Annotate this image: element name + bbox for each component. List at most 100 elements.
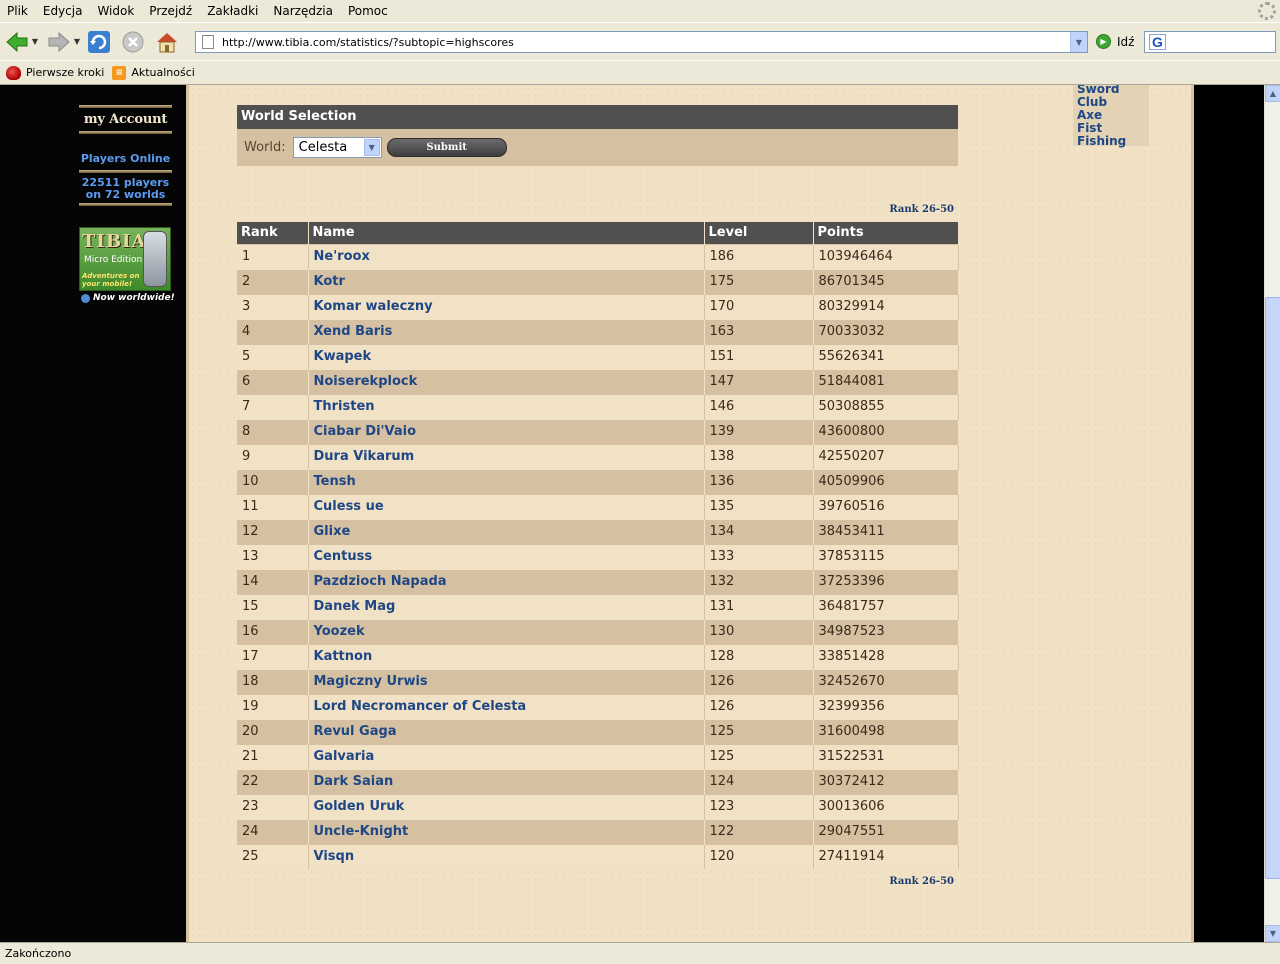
rank-cell: 9 <box>237 443 309 469</box>
player-name-link[interactable]: Uncle-Knight <box>308 818 705 844</box>
my-account-button[interactable]: my Account <box>79 107 172 131</box>
points-cell: 80329914 <box>813 293 959 319</box>
player-name-link[interactable]: Revul Gaga <box>308 718 705 744</box>
player-name-link[interactable]: Komar waleczny <box>308 293 705 319</box>
menu-bookmarks[interactable]: Zakładki <box>200 0 266 22</box>
player-name-link[interactable]: Dura Vikarum <box>308 443 705 469</box>
table-row: 5 Kwapek 151 55626341 <box>237 343 959 369</box>
player-name-link[interactable]: Golden Uruk <box>308 793 705 819</box>
column-header-points: Points <box>813 222 959 244</box>
table-row: 15 Danek Mag 131 36481757 <box>237 593 959 619</box>
menu-edit[interactable]: Edycja <box>36 0 91 22</box>
player-name-link[interactable]: Glixe <box>308 518 705 544</box>
forward-icon[interactable] <box>46 29 72 55</box>
go-button[interactable]: ▶ Idź <box>1096 34 1134 49</box>
scrollbar-thumb[interactable] <box>1265 297 1280 879</box>
tibia-logo: TIBIA <box>82 231 147 252</box>
url-input[interactable] <box>222 33 1070 51</box>
player-name-link[interactable]: Kwapek <box>308 343 705 369</box>
firefox-icon <box>6 65 21 80</box>
search-box[interactable]: G <box>1144 31 1276 53</box>
rank-cell: 20 <box>237 718 309 744</box>
scroll-up-arrow-icon[interactable]: ▲ <box>1265 85 1280 102</box>
bookmark-label: Pierwsze kroki <box>26 66 105 79</box>
level-cell: 125 <box>704 718 814 744</box>
players-count[interactable]: 22511 players on 72 worlds <box>79 177 172 201</box>
bookmark-latest-headlines[interactable]: ≡ Aktualności <box>112 65 195 80</box>
points-cell: 36481757 <box>813 593 959 619</box>
vertical-scrollbar[interactable]: ▲ ▼ <box>1264 85 1280 942</box>
player-name-link[interactable]: Ne'roox <box>308 243 705 269</box>
rank-cell: 1 <box>237 243 309 269</box>
stop-icon[interactable] <box>120 29 146 55</box>
level-cell: 124 <box>704 768 814 794</box>
menu-go[interactable]: Przejdź <box>142 0 200 22</box>
divider <box>79 203 172 206</box>
google-icon[interactable]: G <box>1149 34 1166 50</box>
player-name-link[interactable]: Lord Necromancer of Celesta <box>308 693 705 719</box>
banner-tagline: Adventures on your mobile! <box>82 272 140 288</box>
player-name-link[interactable]: Danek Mag <box>308 593 705 619</box>
points-cell: 86701345 <box>813 268 959 294</box>
player-name-link[interactable]: Dark Saian <box>308 768 705 794</box>
world-select[interactable]: Celesta ▼ <box>292 137 382 158</box>
player-name-link[interactable]: Yoozek <box>308 618 705 644</box>
points-cell: 37253396 <box>813 568 959 594</box>
player-name-link[interactable]: Kotr <box>308 268 705 294</box>
rank-next-page-link-bottom[interactable]: Rank 26-50 <box>237 876 954 887</box>
table-row: 9 Dura Vikarum 138 42550207 <box>237 443 959 469</box>
rank-cell: 6 <box>237 368 309 394</box>
table-row: 17 Kattnon 128 33851428 <box>237 643 959 669</box>
throbber-icon <box>1258 2 1276 20</box>
content-area: Sword Club Axe Fist Fishing World Select… <box>186 85 1194 942</box>
rank-cell: 25 <box>237 843 309 869</box>
player-name-link[interactable]: Noiserekplock <box>308 368 705 394</box>
menu-view[interactable]: Widok <box>90 0 142 22</box>
player-name-link[interactable]: Tensh <box>308 468 705 494</box>
home-icon[interactable] <box>154 29 180 55</box>
player-name-link[interactable]: Centuss <box>308 543 705 569</box>
rank-next-page-link-top[interactable]: Rank 26-50 <box>237 204 954 215</box>
players-online-link[interactable]: Players Online <box>79 152 172 165</box>
bookmark-getting-started[interactable]: Pierwsze kroki <box>6 65 105 80</box>
level-cell: 186 <box>704 243 814 269</box>
level-cell: 122 <box>704 818 814 844</box>
player-name-link[interactable]: Galvaria <box>308 743 705 769</box>
submit-button[interactable]: Submit <box>386 138 507 157</box>
back-icon[interactable] <box>4 29 30 55</box>
back-history-dropdown[interactable]: ▼ <box>30 29 40 55</box>
table-row: 7 Thristen 146 50308855 <box>237 393 959 419</box>
url-bar[interactable]: ▼ <box>195 31 1088 53</box>
rank-cell: 19 <box>237 693 309 719</box>
menu-help[interactable]: Pomoc <box>341 0 396 22</box>
table-row: 19 Lord Necromancer of Celesta 126 32399356 <box>237 693 959 719</box>
player-name-link[interactable]: Ciabar Di'Vaio <box>308 418 705 444</box>
points-cell: 31600498 <box>813 718 959 744</box>
points-cell: 40509906 <box>813 468 959 494</box>
globe-icon <box>81 293 90 303</box>
chevron-down-icon[interactable]: ▼ <box>363 139 380 156</box>
scroll-down-arrow-icon[interactable]: ▼ <box>1265 925 1280 942</box>
player-name-link[interactable]: Visqn <box>308 843 705 869</box>
level-cell: 133 <box>704 543 814 569</box>
url-history-dropdown[interactable]: ▼ <box>1070 32 1087 52</box>
player-name-link[interactable]: Thristen <box>308 393 705 419</box>
points-cell: 33851428 <box>813 643 959 669</box>
menu-file[interactable]: Plik <box>0 0 36 22</box>
points-cell: 30372412 <box>813 768 959 794</box>
rank-cell: 8 <box>237 418 309 444</box>
tibia-micro-edition-banner[interactable]: TIBIA Micro Edition Adventures on your m… <box>79 227 171 291</box>
forward-history-dropdown[interactable]: ▼ <box>72 29 82 55</box>
player-name-link[interactable]: Magiczny Urwis <box>308 668 705 694</box>
level-cell: 135 <box>704 493 814 519</box>
page-icon <box>202 35 214 49</box>
table-row: 2 Kotr 175 86701345 <box>237 268 959 294</box>
player-name-link[interactable]: Kattnon <box>308 643 705 669</box>
player-name-link[interactable]: Pazdzioch Napada <box>308 568 705 594</box>
reload-icon[interactable] <box>86 29 112 55</box>
skill-link-fishing[interactable]: Fishing <box>1077 135 1145 148</box>
menu-tools[interactable]: Narzędzia <box>266 0 341 22</box>
player-name-link[interactable]: Culess ue <box>308 493 705 519</box>
rank-cell: 17 <box>237 643 309 669</box>
player-name-link[interactable]: Xend Baris <box>308 318 705 344</box>
